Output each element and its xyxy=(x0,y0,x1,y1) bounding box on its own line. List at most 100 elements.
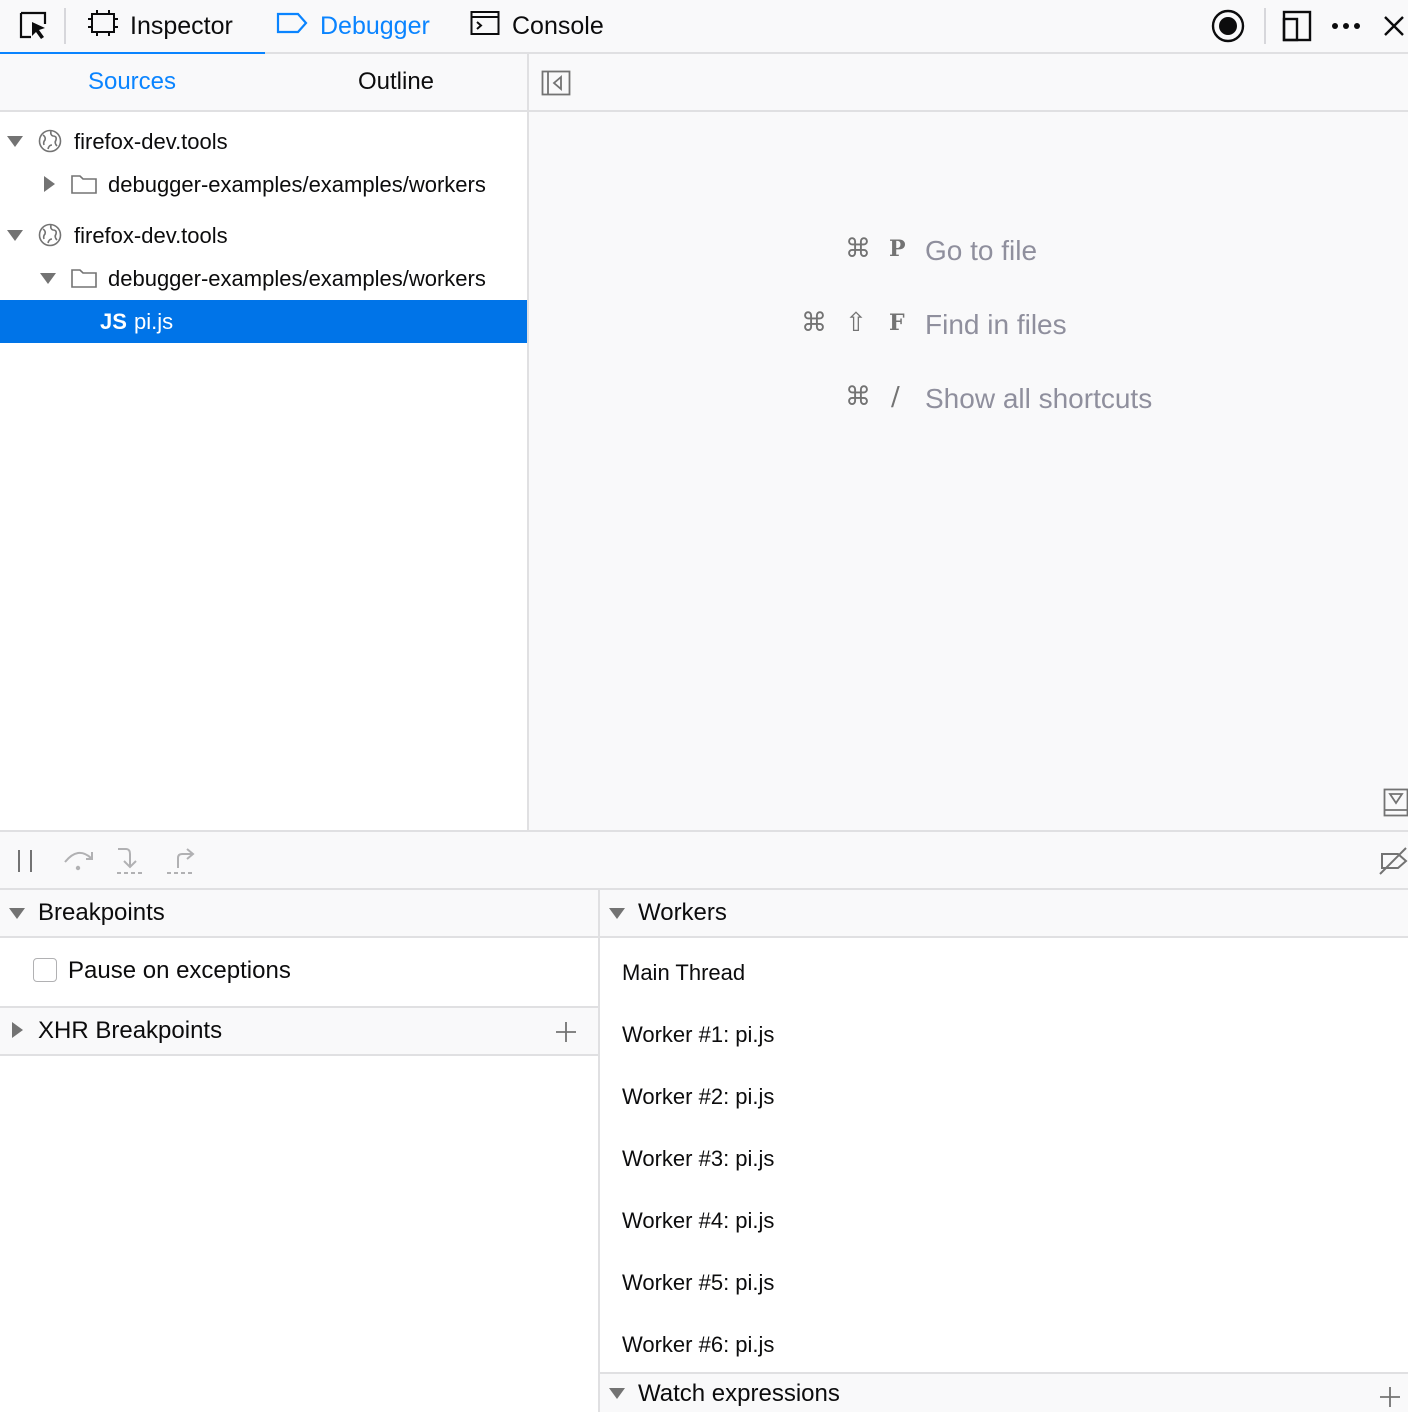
tab-outline-label: Outline xyxy=(357,68,435,95)
worker-item[interactable]: Main Thread xyxy=(622,960,745,986)
globe-icon xyxy=(38,129,62,159)
editor-header xyxy=(529,54,1408,112)
dock-side-icon xyxy=(1282,10,1312,42)
step-in-icon xyxy=(117,848,143,874)
worker-item[interactable]: Worker #2: pi.js xyxy=(622,1084,774,1110)
tab-debugger[interactable]: Debugger xyxy=(276,0,430,52)
debugger-icon xyxy=(276,11,308,42)
workers-title: Workers xyxy=(638,899,727,926)
shortcut-key: F xyxy=(889,310,905,336)
shortcut-key: / xyxy=(891,382,900,412)
tree-item-label: firefox-dev.tools xyxy=(74,222,228,248)
editor-pane: ⌘ P Go to file ⌘ ⇧ F Find in files ⌘ / S… xyxy=(529,54,1408,830)
more-options-button[interactable] xyxy=(1328,8,1364,44)
toggle-sources-button[interactable] xyxy=(541,70,571,101)
folder-icon xyxy=(70,266,98,296)
console-icon xyxy=(470,10,500,43)
toolbar-separator xyxy=(1264,8,1266,44)
element-picker-icon xyxy=(19,11,47,39)
xhr-breakpoints-title: XHR Breakpoints xyxy=(38,1017,223,1044)
shortcut-label: Go to file xyxy=(925,235,1038,266)
collapse-arrow-icon[interactable] xyxy=(9,908,25,919)
step-over-button[interactable] xyxy=(62,846,96,879)
worker-item[interactable]: Worker #3: pi.js xyxy=(622,1146,774,1172)
tab-sources-label: Sources xyxy=(87,68,177,95)
expand-arrow-icon[interactable] xyxy=(12,1022,23,1038)
record-icon xyxy=(1211,9,1245,43)
close-icon xyxy=(1384,16,1404,36)
toolbar-separator xyxy=(64,8,66,44)
element-picker-button[interactable] xyxy=(18,10,50,42)
workers-header[interactable]: Workers xyxy=(600,890,1408,938)
step-out-button[interactable] xyxy=(164,846,198,881)
dock-side-button[interactable] xyxy=(1279,8,1315,44)
pause-button[interactable] xyxy=(14,848,38,879)
breakpoints-header[interactable]: Breakpoints xyxy=(0,890,598,938)
shortcut-key: P xyxy=(889,236,906,262)
js-file-icon: JS xyxy=(100,308,127,334)
worker-item[interactable]: Worker #5: pi.js xyxy=(622,1270,774,1296)
close-button[interactable] xyxy=(1376,8,1408,44)
tree-item-label: firefox-dev.tools xyxy=(74,128,228,154)
tab-sources[interactable]: Sources xyxy=(0,54,264,110)
step-over-icon xyxy=(64,851,93,871)
tree-item-folder[interactable]: debugger-examples/examples/workers xyxy=(0,257,527,300)
inspector-icon xyxy=(88,8,118,45)
workers-pane: Workers Main Thread Worker #1: pi.js Wor… xyxy=(600,890,1408,1412)
tab-debugger-label: Debugger xyxy=(320,11,430,40)
debugger-command-bar xyxy=(0,830,1408,890)
tree-item-label: debugger-examples/examples/workers xyxy=(108,171,486,197)
shortcut-label: Find in files xyxy=(925,309,1067,340)
expand-arrow-icon[interactable] xyxy=(7,230,23,241)
skip-pausing-button[interactable] xyxy=(1378,846,1408,881)
more-options-icon xyxy=(1332,23,1360,29)
watch-expressions-title: Watch expressions xyxy=(638,1380,840,1407)
plus-icon xyxy=(1380,1387,1400,1407)
tree-item-file[interactable]: JS pi.js xyxy=(0,300,527,343)
skip-pausing-icon xyxy=(1379,847,1408,875)
xhr-breakpoints-header[interactable]: XHR Breakpoints xyxy=(0,1008,598,1056)
shortcut-label: Show all shortcuts xyxy=(925,383,1153,414)
pause-on-exceptions-checkbox[interactable] xyxy=(33,958,57,982)
command-key-icon: ⌘ xyxy=(845,382,871,412)
pane-collapse-icon xyxy=(1383,788,1408,817)
tree-item-label: pi.js xyxy=(134,308,174,334)
worker-item[interactable]: Worker #6: pi.js xyxy=(622,1332,774,1358)
collapse-arrow-icon[interactable] xyxy=(609,1388,625,1399)
tab-inspector[interactable]: Inspector xyxy=(88,0,233,52)
expand-arrow-icon[interactable] xyxy=(7,136,23,147)
collapse-arrow-icon[interactable] xyxy=(609,908,625,919)
add-xhr-breakpoint-button[interactable] xyxy=(555,1021,577,1050)
command-key-icon: ⌘ xyxy=(801,308,827,338)
tree-item-folder[interactable]: debugger-examples/examples/workers xyxy=(0,163,527,206)
globe-icon xyxy=(38,223,62,253)
breakpoints-title: Breakpoints xyxy=(38,899,165,926)
record-button[interactable] xyxy=(1210,8,1246,44)
pause-icon xyxy=(18,850,32,872)
tab-outline[interactable]: Outline xyxy=(264,54,528,110)
expand-arrow-icon[interactable] xyxy=(44,176,55,192)
tree-item-domain[interactable]: firefox-dev.tools xyxy=(0,120,527,163)
tab-inspector-label: Inspector xyxy=(130,11,233,40)
step-out-icon xyxy=(167,848,195,874)
devtools-toolbar: Inspector Debugger Console xyxy=(0,0,1408,56)
worker-item[interactable]: Worker #4: pi.js xyxy=(622,1208,774,1234)
watch-expressions-header[interactable]: Watch expressions xyxy=(600,1372,1408,1412)
add-watch-expression-button[interactable] xyxy=(1379,1386,1401,1412)
tree-item-domain[interactable]: firefox-dev.tools xyxy=(0,214,527,257)
expand-arrow-icon[interactable] xyxy=(40,273,56,284)
plus-icon xyxy=(556,1022,576,1042)
step-in-button[interactable] xyxy=(114,846,146,881)
tree-item-label: debugger-examples/examples/workers xyxy=(108,265,486,291)
sidebar-collapse-icon xyxy=(541,70,571,96)
tab-console[interactable]: Console xyxy=(470,0,604,52)
sources-panel: Sources Outline firefox-dev.tools debugg… xyxy=(0,54,529,830)
pause-on-exceptions-label: Pause on exceptions xyxy=(68,957,291,984)
toggle-bottom-pane-button[interactable] xyxy=(1383,788,1408,823)
shift-key-icon: ⇧ xyxy=(845,308,867,338)
folder-icon xyxy=(70,172,98,202)
command-key-icon: ⌘ xyxy=(845,234,871,264)
pause-on-exceptions-row: Pause on exceptions xyxy=(0,938,598,1008)
worker-item[interactable]: Worker #1: pi.js xyxy=(622,1022,774,1048)
breakpoints-pane: Breakpoints Pause on exceptions XHR Brea… xyxy=(0,890,600,1412)
